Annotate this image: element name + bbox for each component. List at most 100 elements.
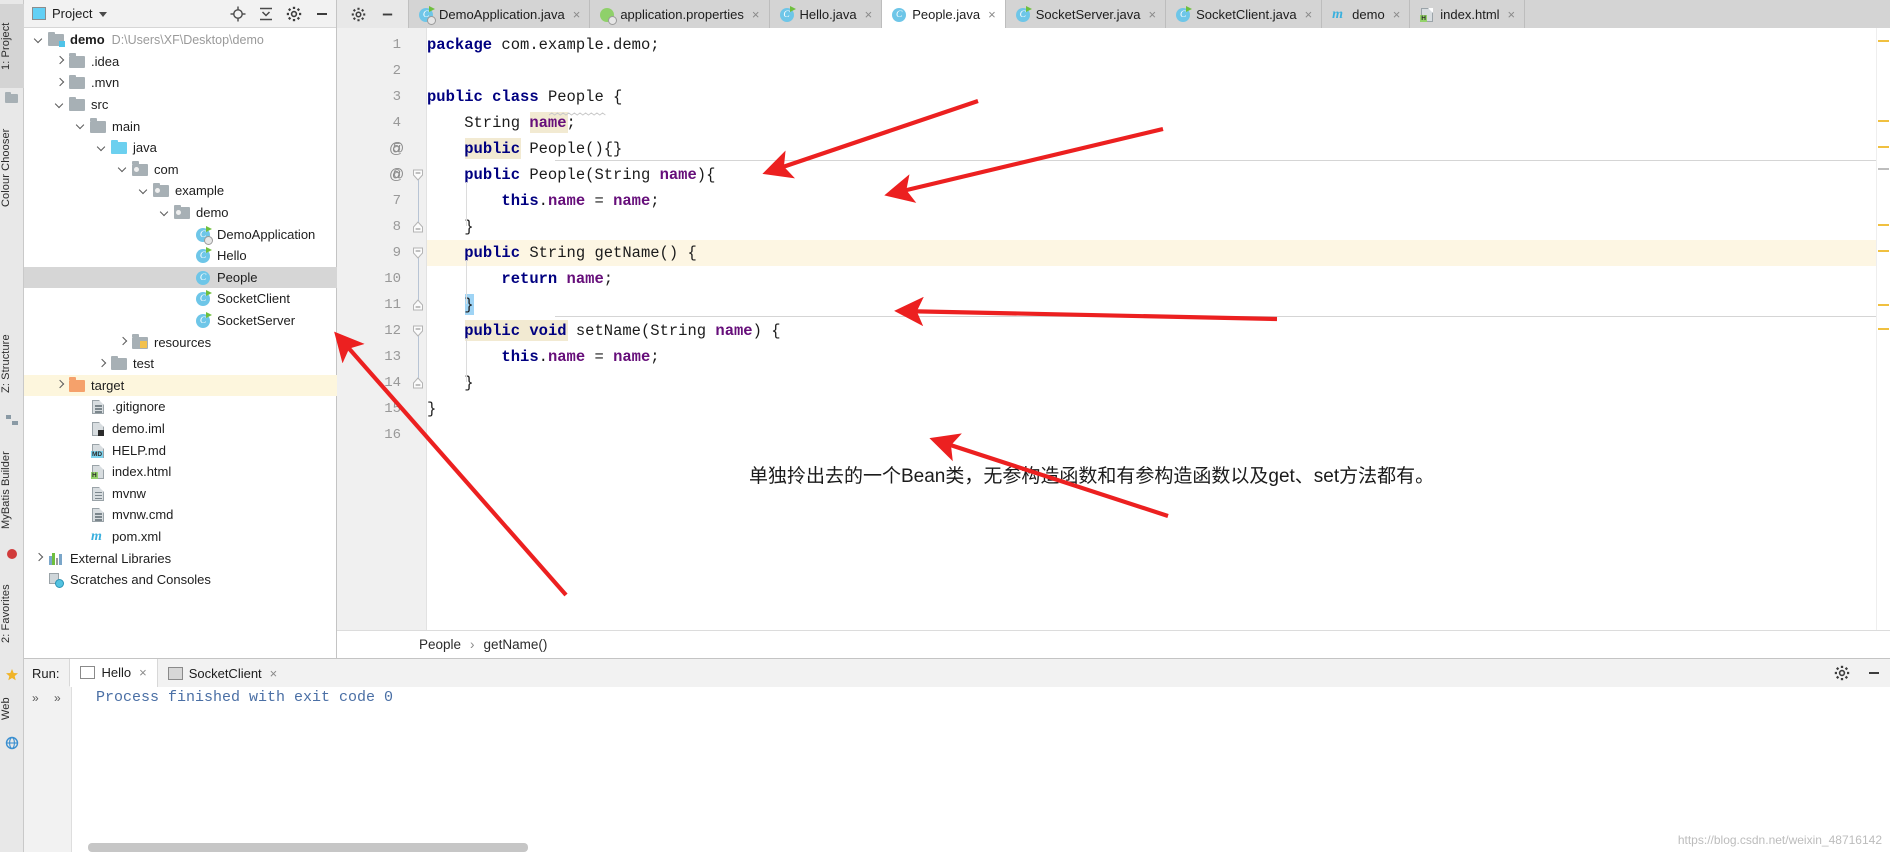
code-line-12[interactable]: public void setName(String name) { (427, 318, 1890, 344)
close-icon[interactable]: × (573, 8, 581, 21)
chevron-down-icon[interactable] (99, 12, 108, 17)
code-line-15[interactable]: } (427, 396, 1890, 422)
tree-node-mvnw[interactable]: mvnw (24, 483, 337, 505)
rail-item-colour-chooser[interactable]: Colour Chooser (0, 112, 24, 224)
annotation-gutter-marker[interactable]: @ (389, 136, 404, 162)
tree-node-mvn[interactable]: .mvn (24, 72, 337, 94)
code-line-9[interactable]: public String getName() { (427, 240, 1890, 266)
tree-node-demo-iml[interactable]: demo.iml (24, 418, 337, 440)
tree-node-scratches-and-consoles[interactable]: Scratches and Consoles (24, 569, 337, 591)
tree-node-resources[interactable]: resources (24, 331, 337, 353)
code-line-13[interactable]: this.name = name; (427, 344, 1890, 370)
project-tree[interactable]: demo D:\Users\XF\Desktop\demo .idea .mvn src… (24, 29, 337, 658)
tree-node-idea[interactable]: .idea (24, 51, 337, 73)
editor-tab-hello-java[interactable]: C Hello.java × (769, 0, 883, 28)
close-icon[interactable]: × (139, 666, 147, 679)
tree-node-mvnw-cmd[interactable]: mvnw.cmd (24, 504, 337, 526)
editor-tab-application-properties[interactable]: application.properties × (590, 0, 770, 28)
rail-item-structure[interactable]: Z: Structure (0, 318, 24, 410)
chevron-down-icon[interactable] (95, 141, 109, 155)
breadcrumb-item-method[interactable]: getName() (484, 637, 548, 652)
settings-gear-icon[interactable] (351, 7, 366, 22)
chevron-right-icon[interactable] (53, 378, 67, 392)
code-line-2[interactable] (427, 58, 1890, 84)
tree-node-target[interactable]: target (24, 374, 337, 397)
close-icon[interactable]: × (752, 8, 760, 21)
tree-node-socketclient[interactable]: C SocketClient (24, 288, 337, 310)
locate-icon[interactable] (230, 6, 246, 22)
editor-tab-demoapplication-java[interactable]: C DemoApplication.java × (409, 0, 591, 28)
tree-node-java[interactable]: java (24, 137, 337, 159)
tree-node-com[interactable]: com (24, 159, 337, 181)
minimize-icon[interactable] (380, 7, 395, 22)
tree-node-index-html[interactable]: Hindex.html (24, 461, 337, 483)
annotation-gutter-marker[interactable]: @ (389, 162, 404, 188)
minimize-icon[interactable] (1866, 665, 1882, 681)
close-icon[interactable]: × (1149, 8, 1157, 21)
chevron-right-icon[interactable] (53, 76, 67, 90)
code-line-1[interactable]: package com.example.demo; (427, 32, 1890, 58)
code-fold-marker[interactable] (412, 221, 424, 233)
collapse-all-icon[interactable] (258, 6, 274, 22)
rail-item-favorites[interactable]: 2: Favorites (0, 566, 24, 662)
expand-chevron-icon[interactable]: » (32, 691, 39, 705)
chevron-down-icon[interactable] (74, 119, 88, 133)
gear-icon[interactable] (1834, 665, 1850, 681)
editor-tab-index-html[interactable]: Hindex.html × (1410, 0, 1526, 28)
tree-node-gitignore[interactable]: .gitignore (24, 396, 337, 418)
tree-node-help-md[interactable]: MD HELP.md (24, 439, 337, 461)
editor-tab-people-java[interactable]: C People.java × (882, 0, 1006, 28)
tree-node-demo[interactable]: demo D:\Users\XF\Desktop\demo (24, 29, 337, 51)
editor-tab-socketserver-java[interactable]: C SocketServer.java × (1005, 0, 1167, 28)
rail-item-web[interactable]: Web (0, 688, 24, 730)
code-fold-marker[interactable] (412, 299, 424, 311)
breadcrumb-item-class[interactable]: People (419, 637, 461, 652)
rail-item-mybatis-builder[interactable]: MyBatis Builder (0, 436, 24, 544)
run-tab-socketclient[interactable]: SocketClient × (156, 659, 288, 687)
code-line-14[interactable]: } (427, 370, 1890, 396)
tree-node-main[interactable]: main (24, 115, 337, 137)
chevron-down-icon[interactable] (32, 33, 46, 47)
close-icon[interactable]: × (1508, 8, 1516, 21)
chevron-right-icon[interactable] (95, 357, 109, 371)
code-line-7[interactable]: this.name = name; (427, 188, 1890, 214)
chevron-down-icon[interactable] (158, 206, 172, 220)
code-line-3[interactable]: public class People { (427, 84, 1890, 110)
console-horizontal-scrollbar[interactable] (88, 843, 528, 852)
breadcrumb[interactable]: People › getName() (337, 630, 1890, 658)
code-fold-marker[interactable] (412, 377, 424, 389)
code-line-5[interactable]: public People(){} (427, 136, 1890, 162)
run-tab-hello[interactable]: Hello × (69, 659, 157, 687)
run-console[interactable]: » » Process finished with exit code 0 ht… (24, 687, 1890, 852)
tree-node-socketserver[interactable]: C SocketServer (24, 310, 337, 332)
code-line-4[interactable]: String name; (427, 110, 1890, 136)
editor-tab-socketclient-java[interactable]: C SocketClient.java × (1166, 0, 1323, 28)
code-line-11[interactable]: } (427, 292, 1890, 318)
code-line-8[interactable]: } (427, 214, 1890, 240)
chevron-down-icon[interactable] (53, 98, 67, 112)
tree-node-example[interactable]: example (24, 180, 337, 202)
chevron-down-icon[interactable] (137, 184, 151, 198)
hide-icon[interactable] (314, 6, 330, 22)
close-icon[interactable]: × (270, 667, 278, 680)
tree-node-demo[interactable]: demo (24, 202, 337, 224)
code-editor[interactable]: 1 2 3 4 5 6 7 8 9 10 11 12 13 14 15 16 @ @ package com.ex… (337, 28, 1890, 630)
rail-item-project[interactable]: 1: Project (0, 4, 24, 88)
tree-node-src[interactable]: src (24, 94, 337, 116)
code-line-10[interactable]: return name; (427, 266, 1890, 292)
code-folding-gutter[interactable] (409, 28, 427, 630)
tree-node-pom-xml[interactable]: m pom.xml (24, 526, 337, 548)
tree-node-people[interactable]: C People (24, 266, 337, 289)
chevron-down-icon[interactable] (116, 162, 130, 176)
code-line-16[interactable] (427, 422, 1890, 448)
editor-tab-demo[interactable]: m demo × (1322, 0, 1411, 28)
chevron-right-icon[interactable] (116, 335, 130, 349)
close-icon[interactable]: × (988, 8, 996, 21)
tree-node-test[interactable]: test (24, 353, 337, 375)
chevron-right-icon[interactable] (32, 551, 46, 565)
close-icon[interactable]: × (1305, 8, 1313, 21)
tree-node-hello[interactable]: C Hello (24, 245, 337, 267)
tree-node-external-libraries[interactable]: External Libraries (24, 547, 337, 569)
settings-gear-icon[interactable] (286, 6, 302, 22)
error-stripe-bar[interactable] (1876, 28, 1890, 630)
